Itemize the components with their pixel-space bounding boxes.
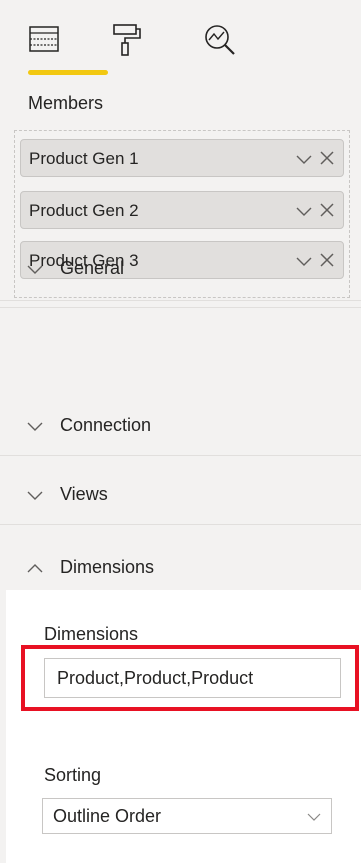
chevron-down-icon xyxy=(307,813,321,821)
close-icon[interactable] xyxy=(319,202,335,218)
member-pill[interactable]: Product Gen 2 xyxy=(20,191,344,229)
panel-edge xyxy=(0,590,6,863)
sorting-selected-value: Outline Order xyxy=(53,806,162,826)
chevron-down-icon xyxy=(27,265,43,274)
sorting-dropdown[interactable]: Outline Order xyxy=(42,798,332,834)
analytics-magnifier-icon[interactable] xyxy=(202,22,238,58)
dimensions-field-label: Dimensions xyxy=(44,624,139,644)
member-pill[interactable]: Product Gen 1 xyxy=(20,139,344,177)
chevron-down-icon xyxy=(27,422,43,431)
chevron-down-icon xyxy=(27,491,43,500)
section-label: Connection xyxy=(60,415,152,435)
member-pill-label: Product Gen 2 xyxy=(29,201,139,220)
section-label: Views xyxy=(60,484,108,504)
section-label: Dimensions xyxy=(60,557,155,577)
close-icon[interactable] xyxy=(319,252,335,268)
chevron-up-icon xyxy=(27,564,43,573)
fields-grid-icon[interactable] xyxy=(26,22,62,58)
paint-roller-icon[interactable] xyxy=(108,22,144,58)
member-pill-label: Product Gen 1 xyxy=(29,149,139,168)
red-highlight-box xyxy=(21,645,359,711)
divider xyxy=(0,307,361,308)
divider xyxy=(0,524,361,525)
section-label: General xyxy=(60,258,125,278)
chevron-down-icon[interactable] xyxy=(295,252,313,270)
divider xyxy=(0,455,361,456)
chevron-down-icon[interactable] xyxy=(295,150,313,168)
active-tab-indicator xyxy=(28,70,108,75)
divider xyxy=(0,300,361,301)
close-icon[interactable] xyxy=(319,150,335,166)
members-label: Members xyxy=(28,93,104,113)
sorting-field-label: Sorting xyxy=(44,765,102,785)
chevron-down-icon[interactable] xyxy=(295,202,313,220)
